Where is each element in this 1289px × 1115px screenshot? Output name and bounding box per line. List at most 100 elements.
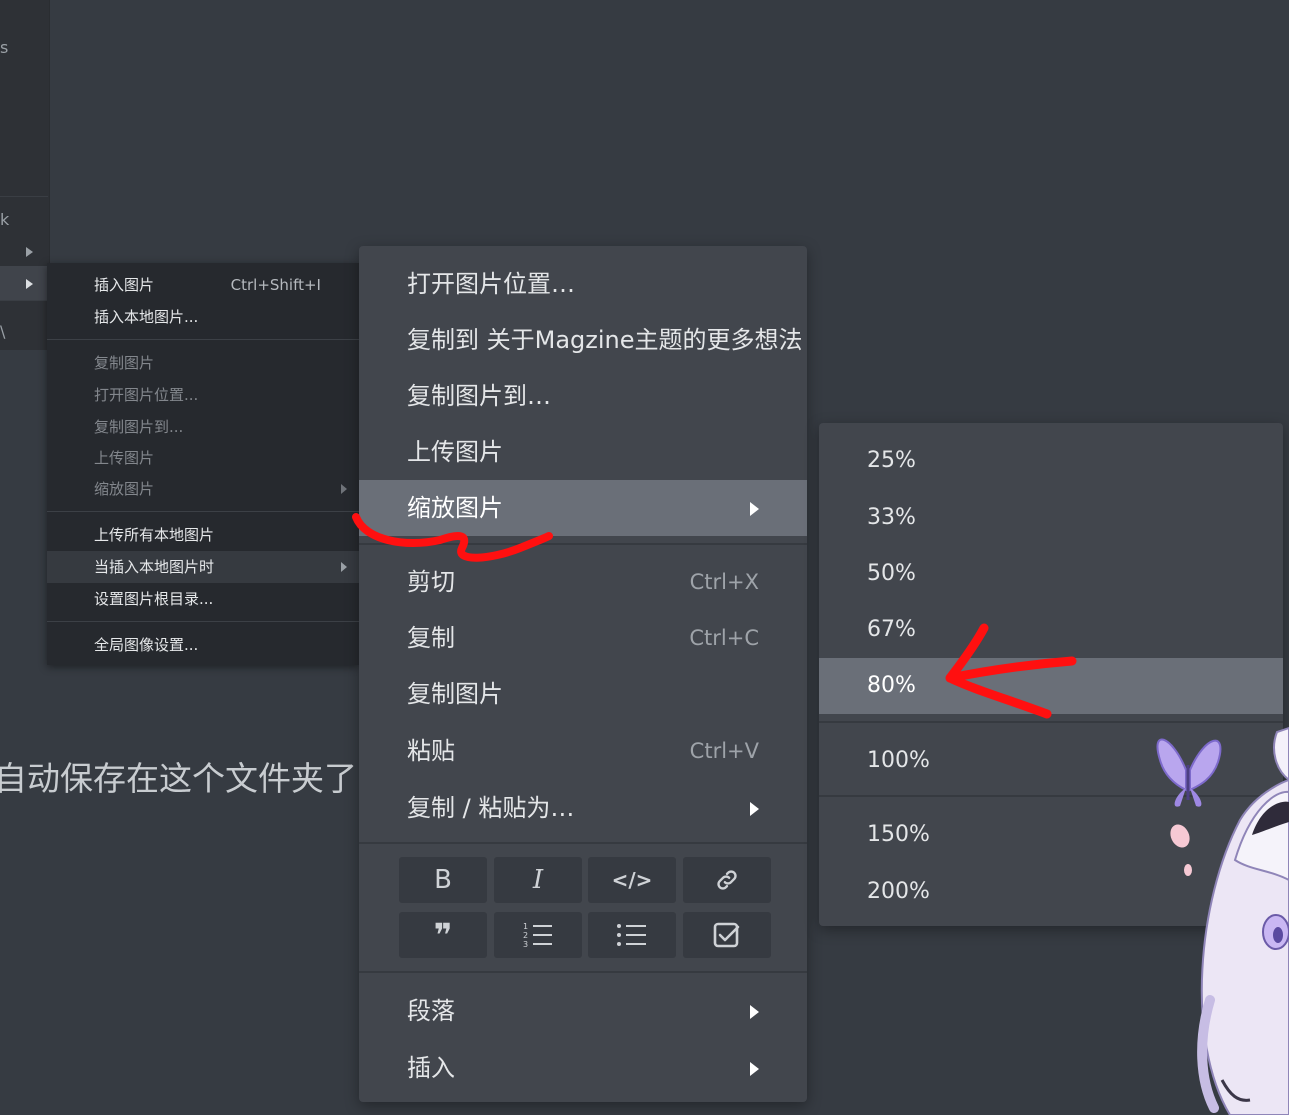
zoom-option-label: 200%	[867, 879, 930, 904]
bold-icon: B	[434, 865, 452, 895]
menu-separator	[359, 543, 807, 545]
menu-item-label: 插入本地图片...	[94, 308, 199, 326]
menu-item-label: 上传图片	[94, 449, 155, 467]
menu-item-label: 上传所有本地图片	[94, 526, 215, 544]
chevron-right-icon	[750, 502, 759, 516]
menu-separator	[47, 621, 359, 622]
menu-item-copy-paste-as[interactable]: 复制 / 粘贴为…	[359, 780, 807, 836]
menu-item-label: 上传图片	[407, 438, 503, 466]
link-button[interactable]	[683, 857, 771, 903]
menu-item-label: 复制到 关于Magzine主题的更多想法	[407, 326, 803, 354]
zoom-submenu: 25% 33% 50% 67% 80% 100% 150% 200%	[819, 423, 1283, 926]
menu-item-open-image-location[interactable]: 打开图片位置...	[47, 379, 359, 411]
menu-item-insert[interactable]: 插入	[359, 1040, 807, 1096]
zoom-option-50[interactable]: 50%	[819, 546, 1283, 602]
zoom-option-150[interactable]: 150%	[819, 807, 1283, 863]
editor-text-line[interactable]: 自动保存在这个文件夹了	[0, 752, 357, 800]
ordered-list-icon: 1 2 3	[523, 922, 552, 949]
zoom-option-25[interactable]: 25%	[819, 433, 1283, 489]
menu-item-global-image-settings[interactable]: 全局图像设置...	[47, 629, 359, 661]
menu-item-scale-image[interactable]: 缩放图片	[47, 473, 359, 505]
quote-button[interactable]: ❞	[399, 912, 487, 958]
menu-item-shortcut: Ctrl+C	[689, 626, 759, 650]
italic-button[interactable]: I	[494, 857, 582, 903]
zoom-option-67[interactable]: 67%	[819, 602, 1283, 658]
menu-item-upload-image[interactable]: 上传图片	[47, 442, 359, 474]
zoom-option-label: 67%	[867, 617, 916, 642]
chevron-right-icon	[750, 1005, 759, 1019]
menu-item-label: 当插入本地图片时	[94, 558, 215, 576]
menu-item-shortcut: Ctrl+V	[689, 739, 759, 763]
chevron-right-icon[interactable]	[26, 279, 33, 289]
svg-text:3: 3	[523, 940, 528, 949]
menu-item-paste[interactable]: 粘贴 Ctrl+V	[359, 723, 807, 779]
menu-item-label: 复制 / 粘贴为…	[407, 794, 575, 822]
zoom-option-label: 100%	[867, 748, 930, 773]
svg-text:2: 2	[523, 931, 528, 940]
sidebar-separator	[0, 300, 48, 301]
menu-item-cut[interactable]: 剪切 Ctrl+X	[359, 554, 807, 610]
menu-item-on-insert-local-image[interactable]: 当插入本地图片时	[47, 551, 359, 583]
menu-item-copy-image-to[interactable]: 复制图片到...	[47, 411, 359, 443]
menu-item-label: 插入图片	[94, 276, 155, 294]
menu-separator	[359, 842, 807, 844]
menu-item-copy-to-note[interactable]: 复制到 关于Magzine主题的更多想法	[359, 312, 807, 368]
menu-item-copy-image[interactable]: 复制图片	[47, 347, 359, 379]
bullet-list-button[interactable]	[588, 912, 676, 958]
menu-item-label: 复制	[407, 624, 455, 652]
sidebar-glyph-k: k	[0, 210, 10, 229]
bold-button[interactable]: B	[399, 857, 487, 903]
zoom-option-33[interactable]: 33%	[819, 490, 1283, 546]
menu-item-copy[interactable]: 复制 Ctrl+C	[359, 610, 807, 666]
bullet-list-icon	[617, 924, 646, 946]
zoom-option-label: 50%	[867, 561, 916, 586]
menu-item-label: 缩放图片	[94, 480, 155, 498]
menu-item-copy-image-to[interactable]: 复制图片到…	[359, 368, 807, 424]
menu-item-label: 全局图像设置...	[94, 636, 199, 654]
chevron-right-icon	[750, 802, 759, 816]
menu-separator	[47, 511, 359, 512]
sidebar-separator	[0, 196, 48, 197]
chevron-right-icon[interactable]	[26, 247, 33, 257]
zoom-option-label: 33%	[867, 505, 916, 530]
menu-item-upload-all-local-images[interactable]: 上传所有本地图片	[47, 519, 359, 551]
zoom-option-label: 80%	[867, 673, 916, 698]
task-list-button[interactable]	[683, 912, 771, 958]
chevron-right-icon	[750, 1062, 759, 1076]
menu-item-insert-local-image[interactable]: 插入本地图片...	[47, 301, 359, 333]
menu-item-paragraph[interactable]: 段落	[359, 983, 807, 1039]
zoom-option-100[interactable]: 100%	[819, 733, 1283, 789]
menu-item-label: 复制图片到...	[94, 418, 184, 436]
menu-item-shortcut: Ctrl+Shift+I	[230, 276, 321, 294]
link-icon	[717, 870, 737, 890]
sidebar-active-row[interactable]	[0, 266, 48, 300]
sidebar-strip: s k \	[0, 0, 50, 350]
menu-item-upload-image[interactable]: 上传图片	[359, 424, 807, 480]
menu-item-label: 复制图片	[94, 354, 155, 372]
menu-item-open-image-location[interactable]: 打开图片位置…	[359, 256, 807, 312]
context-menu: 打开图片位置… 复制到 关于Magzine主题的更多想法 复制图片到… 上传图片…	[359, 246, 807, 1102]
menu-item-insert-image[interactable]: 插入图片 Ctrl+Shift+I	[47, 269, 359, 301]
sidebar-glyph-s: s	[0, 38, 9, 57]
code-icon: </>	[611, 868, 653, 892]
menu-item-copy-image[interactable]: 复制图片	[359, 666, 807, 722]
ordered-list-button[interactable]: 1 2 3	[494, 912, 582, 958]
menu-item-label: 复制图片到…	[407, 382, 551, 410]
menu-item-set-image-root[interactable]: 设置图片根目录...	[47, 583, 359, 615]
zoom-option-80[interactable]: 80%	[819, 658, 1283, 714]
code-button[interactable]: </>	[588, 857, 676, 903]
quote-icon: ❞	[433, 916, 453, 954]
menu-item-label: 插入	[407, 1054, 455, 1082]
menu-item-scale-image[interactable]: 缩放图片	[359, 480, 807, 536]
menu-item-label: 打开图片位置...	[94, 386, 199, 404]
menu-separator	[819, 795, 1283, 797]
zoom-option-label: 25%	[867, 448, 916, 473]
menu-separator	[47, 339, 359, 340]
zoom-option-label: 150%	[867, 822, 930, 847]
image-submenu: 插入图片 Ctrl+Shift+I 插入本地图片... 复制图片 打开图片位置.…	[47, 263, 359, 665]
sidebar-glyph-slash: \	[0, 322, 6, 341]
chevron-right-icon	[341, 484, 347, 494]
menu-item-label: 缩放图片	[407, 494, 503, 522]
zoom-option-200[interactable]: 200%	[819, 864, 1283, 920]
menu-item-label: 段落	[407, 997, 455, 1025]
